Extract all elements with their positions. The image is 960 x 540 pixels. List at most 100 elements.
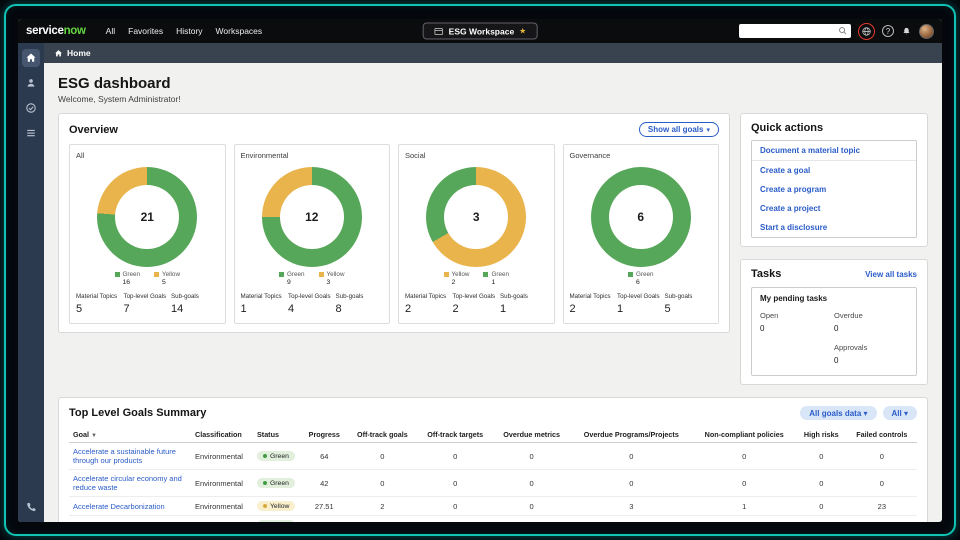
goals-col-header[interactable]: Failed controls bbox=[847, 427, 917, 443]
goal-link[interactable]: Accelerate circular economy and reduce w… bbox=[69, 470, 191, 497]
sidebar-phone-icon[interactable] bbox=[22, 498, 40, 516]
classification-cell: Environmental bbox=[191, 443, 253, 470]
goals-table-body: Accelerate a sustainable future through … bbox=[69, 443, 917, 523]
donut-chart-social[interactable]: 3 bbox=[426, 167, 526, 267]
nav-item-workspaces[interactable]: Workspaces bbox=[216, 26, 263, 36]
quick-actions-card: Quick actions Document a material topicC… bbox=[740, 113, 928, 247]
goals-col-header[interactable]: Overdue metrics bbox=[493, 427, 570, 443]
stat-sub-goals: Sub-goals14 bbox=[171, 293, 219, 315]
page-subtitle: Welcome, System Administrator! bbox=[58, 94, 928, 104]
goals-col-header[interactable]: Off-track goals bbox=[348, 427, 418, 443]
quick-action-link[interactable]: Document a material topic bbox=[752, 141, 916, 161]
metric-cell: 0 bbox=[796, 470, 847, 497]
goal-link[interactable]: Act with integrity bbox=[69, 516, 191, 523]
legend-swatch-green bbox=[483, 272, 488, 277]
tasks-open-cell[interactable]: Open 0 bbox=[760, 311, 834, 333]
legend-value: 9 bbox=[287, 279, 291, 286]
sidebar-home-icon[interactable] bbox=[22, 49, 40, 67]
metric-cell: 0 bbox=[570, 516, 692, 523]
help-icon[interactable]: ? bbox=[882, 25, 894, 37]
goals-col-header[interactable]: Goal▼ bbox=[69, 427, 191, 443]
goals-col-header[interactable]: High risks bbox=[796, 427, 847, 443]
sidebar-list-icon[interactable] bbox=[22, 124, 40, 142]
sidebar-agent-icon[interactable] bbox=[22, 74, 40, 92]
globe-icon[interactable] bbox=[858, 23, 875, 40]
user-avatar[interactable] bbox=[919, 24, 934, 39]
notifications-bell-icon[interactable] bbox=[901, 26, 912, 37]
quick-action-link[interactable]: Create a goal bbox=[752, 161, 916, 180]
view-all-tasks-link[interactable]: View all tasks bbox=[865, 270, 917, 279]
sidebar-check-circle-icon[interactable] bbox=[22, 99, 40, 117]
legend-swatch-green bbox=[279, 272, 284, 277]
goal-link[interactable]: Accelerate a sustainable future through … bbox=[69, 443, 191, 470]
metric-cell: 2 bbox=[348, 497, 418, 516]
donut-chart-governance[interactable]: 6 bbox=[591, 167, 691, 267]
home-icon[interactable] bbox=[54, 49, 63, 58]
metric-cell: 0 bbox=[796, 497, 847, 516]
stat-value: 1 bbox=[617, 303, 663, 315]
stat-value: 2 bbox=[570, 303, 616, 315]
goals-col-header[interactable]: Progress bbox=[301, 427, 348, 443]
nav-item-all[interactable]: All bbox=[106, 26, 115, 36]
goals-col-header[interactable]: Classification bbox=[191, 427, 253, 443]
status-cell: Yellow bbox=[253, 497, 301, 516]
breadcrumb-home[interactable]: Home bbox=[67, 48, 91, 58]
metric-cell: 0 bbox=[348, 516, 418, 523]
search-box[interactable] bbox=[739, 24, 851, 38]
stat-sub-goals: Sub-goals1 bbox=[500, 293, 548, 315]
show-all-goals-button[interactable]: Show all goals▾ bbox=[639, 122, 719, 137]
status-cell: Green bbox=[253, 516, 301, 523]
goals-col-header[interactable]: Overdue Programs/Projects bbox=[570, 427, 692, 443]
tasks-overdue-cell[interactable]: Overdue0 bbox=[834, 311, 908, 333]
nav-item-history[interactable]: History bbox=[176, 26, 202, 36]
donut-card-title: All bbox=[76, 151, 219, 160]
servicenow-logo[interactable]: servicenow bbox=[26, 25, 86, 37]
legend-label: Green bbox=[287, 271, 305, 278]
quick-action-link[interactable]: Create a program bbox=[752, 180, 916, 199]
goal-link[interactable]: Accelerate Decarbonization bbox=[69, 497, 191, 516]
metric-cell: 57.8 bbox=[301, 516, 348, 523]
quick-actions-title: Quick actions bbox=[751, 122, 917, 134]
goals-filter-buttons: All goals data ▾ All ▾ bbox=[800, 406, 917, 420]
right-column: Quick actions Document a material topicC… bbox=[740, 113, 928, 385]
goals-col-header[interactable]: Status bbox=[253, 427, 301, 443]
overview-charts: All21Green16Yellow5Material Topics5Top-l… bbox=[69, 144, 719, 324]
donut-chart-environmental[interactable]: 12 bbox=[262, 167, 362, 267]
logo-prefix: service bbox=[26, 25, 64, 37]
stat-top-level-goals: Top-level Goals4 bbox=[288, 293, 336, 315]
legend-item: Yellow2 bbox=[444, 271, 470, 286]
quick-action-link[interactable]: Start a disclosure bbox=[752, 218, 916, 237]
main-area: Home ESG dashboard Welcome, System Admin… bbox=[44, 43, 942, 522]
goals-col-header[interactable]: Off-track targets bbox=[417, 427, 493, 443]
donut-card-all: All21Green16Yellow5Material Topics5Top-l… bbox=[69, 144, 226, 324]
metric-cell: 23 bbox=[847, 497, 917, 516]
search-icon[interactable] bbox=[838, 26, 848, 36]
goals-col-header[interactable]: Non-compliant policies bbox=[693, 427, 796, 443]
stat-value: 14 bbox=[171, 303, 217, 315]
donut-chart-all[interactable]: 21 bbox=[97, 167, 197, 267]
all-goals-data-button[interactable]: All goals data ▾ bbox=[800, 406, 876, 420]
tasks-approvals-cell[interactable]: Approvals0 bbox=[834, 343, 908, 365]
metric-cell: 0 bbox=[417, 443, 493, 470]
open-value: 0 bbox=[760, 324, 834, 333]
quick-actions-list: Document a material topicCreate a goalCr… bbox=[751, 140, 917, 238]
open-label: Open bbox=[760, 311, 834, 320]
overdue-value: 0 bbox=[834, 324, 908, 333]
donut-stats: Material Topics2Top-level Goals1Sub-goal… bbox=[570, 293, 713, 315]
legend-value: 6 bbox=[636, 279, 640, 286]
stat-sub-goals: Sub-goals8 bbox=[336, 293, 384, 315]
nav-item-favorites[interactable]: Favorites bbox=[128, 26, 163, 36]
search-input[interactable] bbox=[742, 26, 838, 37]
favorite-star-icon[interactable]: ★ bbox=[519, 27, 526, 36]
stat-material-topics: Material Topics2 bbox=[570, 293, 618, 315]
legend-label: Green bbox=[491, 271, 509, 278]
donut-card-governance: Governance6Green6Material Topics2Top-lev… bbox=[563, 144, 720, 324]
quick-action-link[interactable]: Create a project bbox=[752, 199, 916, 218]
all-filter-button[interactable]: All ▾ bbox=[883, 406, 917, 420]
top-nav: servicenow All Favorites History Workspaces… bbox=[18, 19, 942, 43]
goals-summary-card: Top Level Goals Summary All goals data ▾… bbox=[58, 397, 928, 522]
legend-item: Yellow3 bbox=[319, 271, 345, 286]
workspace-pill[interactable]: ESG Workspace ★ bbox=[423, 23, 538, 40]
classification-cell: Environmental bbox=[191, 470, 253, 497]
legend-label: Green bbox=[636, 271, 654, 278]
